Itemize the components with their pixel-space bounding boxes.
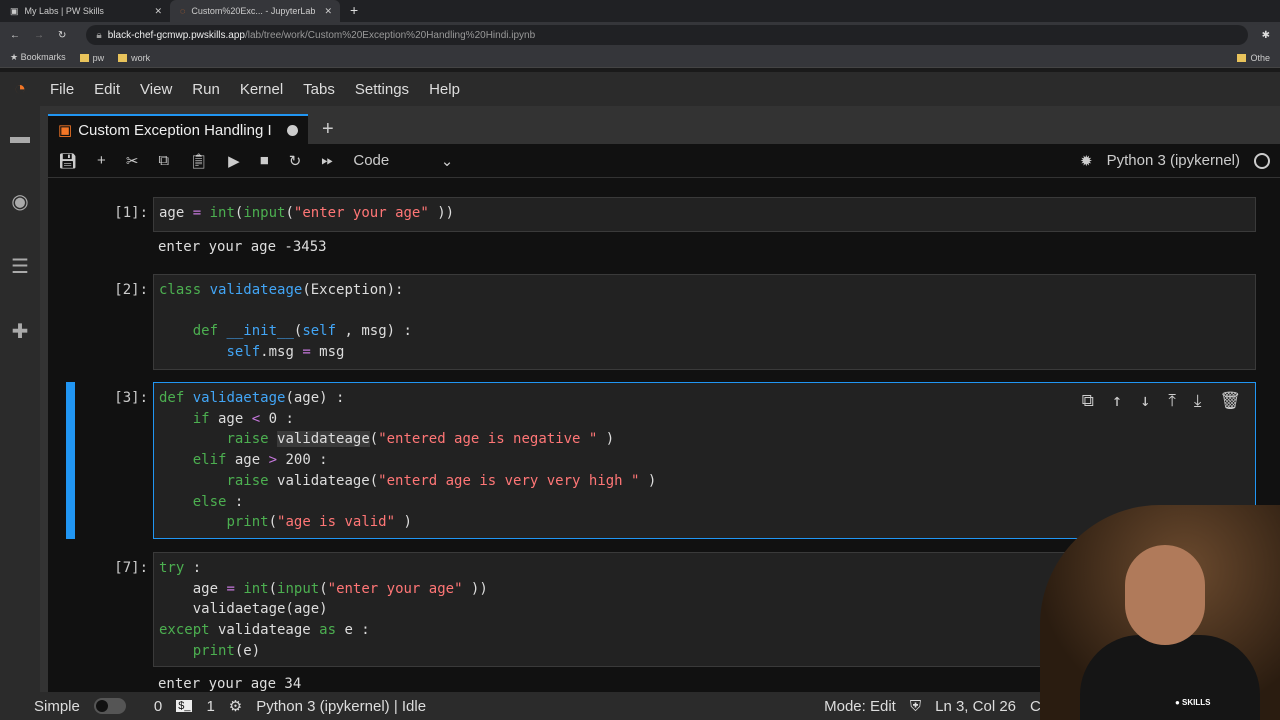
stop-icon[interactable]: ■ (260, 152, 269, 169)
bookmark-folder-pw[interactable]: pw (79, 53, 104, 63)
pw-skills-logo: ● SKILLS (1175, 698, 1211, 707)
lock-icon: 🔒︎ (96, 29, 102, 41)
extensions-icon[interactable]: ✱ (1262, 30, 1270, 41)
cell-type-select[interactable]: Code ⌄ (353, 152, 453, 170)
cell-editor[interactable]: age = int(input("enter your age" )) (153, 197, 1256, 232)
jupyter-favicon-icon: ◌ (180, 6, 186, 16)
close-tab-icon[interactable]: ✕ (324, 6, 332, 17)
kernel-name[interactable]: Python 3 (ipykernel) (1107, 152, 1240, 169)
shield-icon[interactable]: ⛨ (910, 698, 921, 715)
terminal-icon: $_ (176, 700, 193, 712)
cell-prompt: [2]: (114, 282, 148, 298)
debugger-icon[interactable]: ✹ (1080, 152, 1093, 170)
cell-prompt: [1]: (114, 205, 148, 221)
forward-icon[interactable]: → (34, 30, 44, 41)
move-up-icon[interactable]: ↑ (1112, 391, 1122, 412)
browser-tab[interactable]: ▣ My Labs | PW Skills ✕ (0, 0, 170, 22)
presenter-face (1125, 545, 1205, 645)
add-cell-icon[interactable]: + (97, 152, 106, 169)
kernel-status[interactable]: Python 3 (ipykernel) | Idle (256, 698, 426, 715)
kernel-status-icon (1254, 152, 1270, 169)
simple-mode-label: Simple (34, 697, 80, 715)
jupyter-menubar: ◔ File Edit View Run Kernel Tabs Setting… (0, 72, 1280, 106)
cell-prompt: [3]: (114, 390, 148, 406)
menu-view[interactable]: View (140, 81, 172, 98)
notebook-tab[interactable]: ▣ Custom Exception Handling I (48, 114, 308, 144)
run-all-icon[interactable]: ⏩︎ (321, 152, 333, 169)
close-tab-icon[interactable]: ✕ (154, 6, 162, 17)
other-bookmarks[interactable]: Othe (1237, 53, 1270, 63)
run-icon[interactable]: ▶ (228, 152, 240, 170)
extension-icon[interactable]: ✚ (12, 319, 29, 344)
notebook-icon: ▣ (58, 122, 73, 139)
bookmarks-bar: ★ Bookmarks pw work Othe (0, 48, 1280, 68)
restart-icon[interactable]: ↻ (289, 152, 302, 170)
insert-above-icon[interactable]: ⤒ (1168, 391, 1176, 412)
copy-icon[interactable]: ⧉ (158, 152, 169, 169)
chevron-down-icon: ⌄ (440, 152, 454, 170)
reload-icon[interactable]: ↻ (58, 30, 66, 41)
menu-edit[interactable]: Edit (94, 81, 120, 98)
menu-file[interactable]: File (50, 81, 74, 98)
cell-output: enter your age -3453 (158, 239, 327, 255)
cut-icon[interactable]: ✂ (126, 152, 139, 170)
editor-mode: Mode: Edit (824, 697, 896, 715)
running-terminals-count[interactable]: 0 (154, 698, 162, 715)
delete-icon[interactable]: 🗑︎ (1219, 391, 1241, 412)
address-bar-row: ← → ↻ 🔒︎ black-chef-gcmwp.pwskills.app/lab/… (0, 22, 1280, 48)
pw-favicon-icon: ▣ (10, 5, 19, 16)
simple-mode-toggle[interactable] (93, 698, 126, 714)
bookmarks-item[interactable]: ★ Bookmarks (10, 52, 66, 63)
url-input[interactable]: 🔒︎ black-chef-gcmwp.pwskills.app/lab/tree… (86, 25, 1248, 45)
kernel-icon: ⚙ (228, 698, 243, 715)
paste-icon[interactable]: 📋︎ (189, 152, 208, 170)
move-down-icon[interactable]: ↓ (1140, 391, 1150, 412)
notebook-toolbar: 💾︎ + ✂ ⧉ 📋︎ ▶ ■ ↻ ⏩︎ Code ⌄ ✹ Python 3 (ip… (48, 144, 1280, 178)
cell-editor[interactable]: class validateage(Exception): def __init… (153, 274, 1256, 370)
toc-icon[interactable]: ☰ (11, 254, 29, 279)
cell-toolbar: ⧉ ↑ ↓ ⤒ ⤓ 🗑︎ (1082, 391, 1241, 412)
menu-help[interactable]: Help (429, 81, 460, 98)
left-sidebar: ▬ ◉ ☰ ✚ (0, 106, 40, 692)
cell-editor[interactable]: def validaetage(age) : if age < 0 : rais… (153, 382, 1256, 539)
presenter-body (1080, 635, 1260, 720)
cell-prompt: [7]: (114, 560, 148, 576)
new-tab-button[interactable]: + (340, 2, 368, 22)
new-launcher-button[interactable]: + (322, 118, 334, 141)
browser-tab-active[interactable]: ◌ Custom%20Exc... - JupyterLab ✕ (170, 0, 340, 22)
save-icon[interactable]: 💾︎ (58, 152, 77, 170)
unsaved-dot-icon[interactable] (287, 124, 298, 136)
menu-kernel[interactable]: Kernel (240, 81, 283, 98)
running-kernels-count[interactable]: 1 (206, 698, 214, 715)
insert-below-icon[interactable]: ⤓ (1194, 391, 1202, 412)
active-cell-indicator (66, 382, 75, 539)
back-icon[interactable]: ← (10, 30, 20, 41)
cell-output: enter your age 34 (158, 676, 302, 692)
menu-settings[interactable]: Settings (355, 81, 409, 98)
bookmark-folder-work[interactable]: work (118, 53, 150, 63)
jupyter-logo-icon: ◔ (13, 77, 27, 100)
folder-icon[interactable]: ▬ (10, 126, 30, 149)
browser-tab-bar: ▣ My Labs | PW Skills ✕ ◌ Custom%20Exc... -… (0, 0, 1280, 22)
running-icon[interactable]: ◉ (11, 189, 28, 214)
cursor-position[interactable]: Ln 3, Col 26 (935, 698, 1016, 715)
menu-run[interactable]: Run (192, 81, 220, 98)
menu-tabs[interactable]: Tabs (303, 81, 335, 98)
duplicate-icon[interactable]: ⧉ (1082, 391, 1094, 412)
